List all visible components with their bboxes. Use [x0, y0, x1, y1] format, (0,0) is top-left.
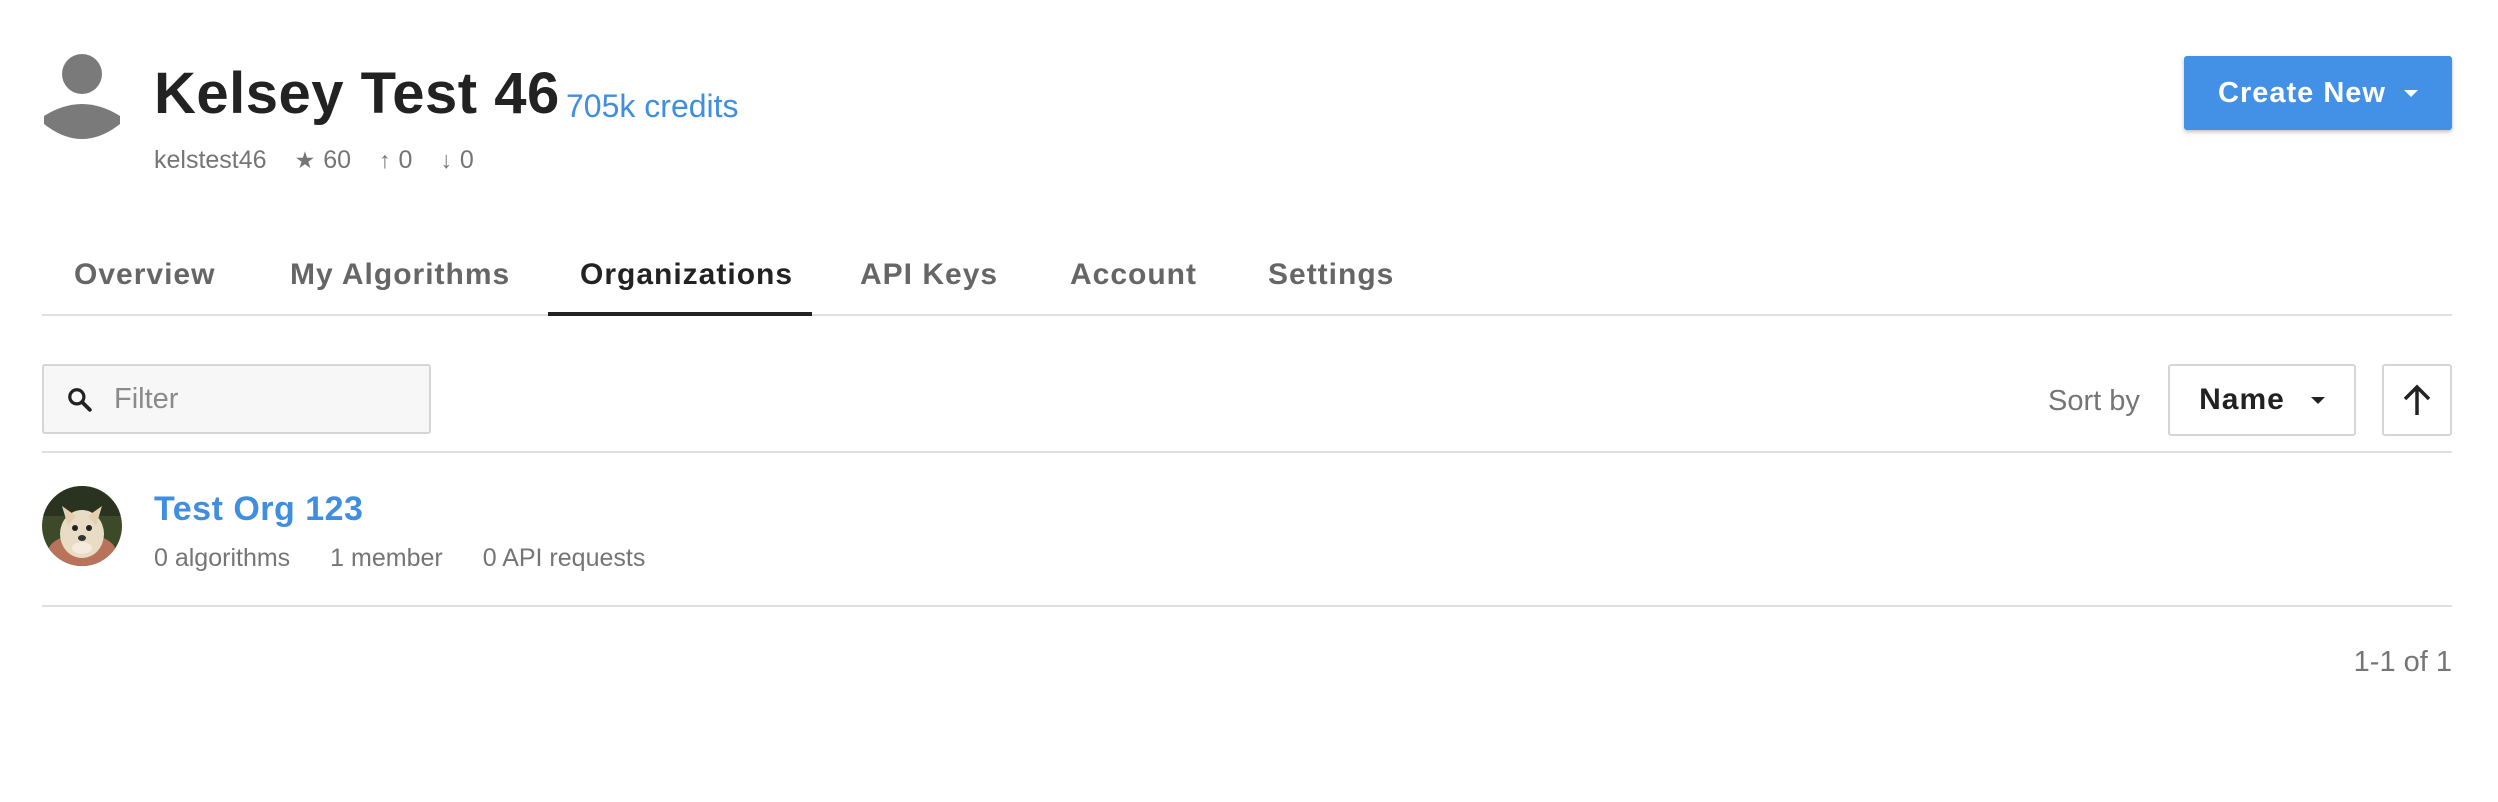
- downvotes-stat: ↓ 0: [440, 146, 473, 175]
- list-bottom-divider: [42, 605, 2452, 607]
- user-avatar-icon: [44, 54, 120, 140]
- star-icon: ★: [294, 147, 316, 173]
- org-name-link[interactable]: Test Org 123: [154, 490, 363, 529]
- caret-down-icon: [2310, 396, 2325, 404]
- profile-name: Kelsey Test 46: [154, 61, 560, 126]
- org-avatar[interactable]: [42, 486, 122, 566]
- arrow-up-icon: ↑: [379, 147, 391, 173]
- arrow-down-icon: ↓: [440, 147, 452, 173]
- tab-bar: Overview My Algorithms Organizations API…: [42, 240, 2452, 316]
- filter-box[interactable]: [42, 364, 431, 434]
- pagination-info: 1-1 of 1: [2353, 646, 2452, 678]
- sort-direction-button[interactable]: [2382, 364, 2452, 436]
- tab-settings[interactable]: Settings: [1268, 258, 1394, 292]
- upvotes-stat: ↑ 0: [379, 146, 412, 175]
- tab-overview[interactable]: Overview: [74, 258, 215, 292]
- username: kelstest46: [154, 146, 267, 174]
- credits-link[interactable]: 705k credits: [566, 88, 739, 125]
- active-tab-indicator: [548, 312, 812, 316]
- org-meta: 0 algorithms 1 member 0 API requests: [154, 544, 685, 573]
- sort-selected-value: Name: [2199, 383, 2285, 416]
- upvotes-count: 0: [398, 146, 413, 174]
- downvotes-count: 0: [459, 146, 474, 174]
- stars-count: 60: [323, 146, 351, 174]
- filter-input[interactable]: [114, 382, 414, 416]
- sort-by-label: Sort by: [2048, 385, 2140, 417]
- create-new-label: Create New: [2218, 76, 2386, 109]
- profile-meta: kelstest46 ★ 60 ↑ 0 ↓ 0: [154, 146, 502, 175]
- organizations-page: Kelsey Test 46 705k credits kelstest46 ★…: [0, 0, 2498, 802]
- arrow-up-icon: [2403, 384, 2431, 415]
- org-members-count: 1 member: [330, 544, 443, 572]
- tab-organizations[interactable]: Organizations: [580, 258, 793, 292]
- list-top-divider: [42, 451, 2452, 453]
- tab-my-algorithms[interactable]: My Algorithms: [290, 258, 510, 292]
- org-api-requests-count: 0 API requests: [482, 544, 646, 572]
- sort-select[interactable]: Name: [2168, 364, 2356, 436]
- caret-down-icon: [2403, 89, 2418, 97]
- search-icon: [68, 388, 92, 412]
- tab-account[interactable]: Account: [1070, 258, 1197, 292]
- stars-stat: ★ 60: [295, 146, 351, 175]
- org-algorithms-count: 0 algorithms: [154, 544, 291, 572]
- tab-api-keys[interactable]: API Keys: [860, 258, 998, 292]
- create-new-button[interactable]: Create New: [2184, 56, 2452, 130]
